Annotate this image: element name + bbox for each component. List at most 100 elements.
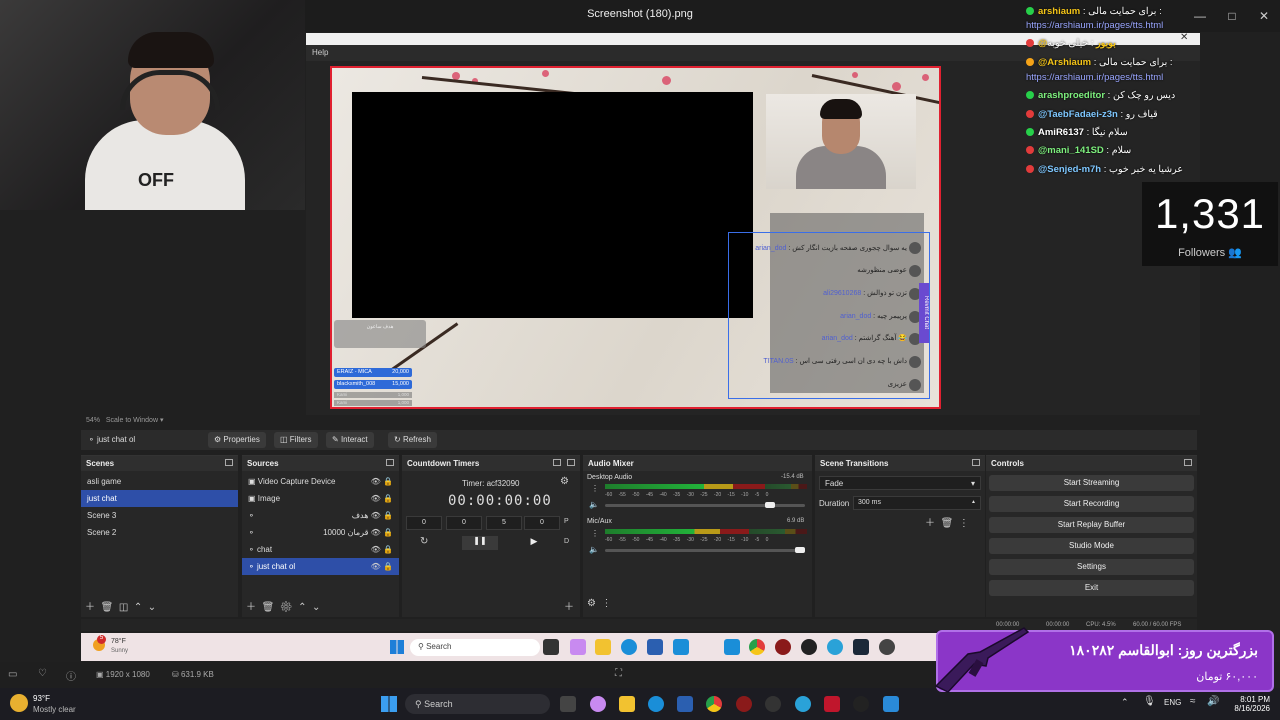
dock-popout-icon[interactable] [386, 459, 394, 466]
taskbar-search[interactable]: ⚲ Search [405, 694, 550, 714]
channel-menu-icon[interactable]: ⋮ [591, 529, 599, 538]
source-item[interactable]: ⚬ هدف 👁 🔒 [242, 507, 399, 524]
app-icon[interactable] [853, 696, 869, 712]
scene-item[interactable]: Scene 3 [81, 507, 238, 524]
chrome-icon[interactable] [706, 696, 722, 712]
volume-knob[interactable] [795, 547, 805, 553]
dock-popout-icon[interactable] [553, 459, 561, 466]
volume-knob[interactable] [764, 502, 775, 508]
speaker-icon[interactable]: 🔈 [589, 545, 599, 554]
exit-button[interactable]: Exit [989, 580, 1194, 596]
dock-popout-icon[interactable] [225, 459, 233, 466]
close-dock-icon[interactable] [567, 459, 575, 466]
telegram-icon[interactable] [827, 639, 843, 655]
interact-button[interactable]: ✎ Interact [326, 432, 374, 448]
clock[interactable]: 8:01 PM 8/16/2026 [1212, 695, 1270, 713]
move-up-icon[interactable]: ⌃ [134, 602, 142, 613]
start-recording-button[interactable]: Start Recording [989, 496, 1194, 512]
refresh-button[interactable]: ↻ Refresh [388, 432, 437, 448]
language-indicator[interactable]: ENG [1164, 698, 1181, 707]
seconds-input[interactable]: 5 [486, 516, 522, 530]
store-icon[interactable] [677, 696, 693, 712]
file-explorer-icon[interactable] [595, 639, 611, 655]
minutes-input[interactable]: 0 [446, 516, 482, 530]
wifi-icon[interactable]: ≈ [1190, 696, 1196, 707]
reset-icon[interactable]: ↻ [420, 536, 428, 547]
steam-icon[interactable] [853, 639, 869, 655]
remove-transition-icon[interactable]: 🗑 [941, 518, 954, 529]
info-icon[interactable]: ⓘ [66, 668, 76, 683]
desktop-audio-slider[interactable] [605, 504, 805, 507]
app-icon[interactable] [879, 639, 895, 655]
timer-settings-icon[interactable]: ⚙ [560, 476, 569, 487]
dock-popout-icon[interactable] [1184, 459, 1192, 466]
tray-chevron-icon[interactable]: ⌃ [1121, 697, 1129, 708]
add-timer-icon[interactable]: ＋ [564, 598, 574, 613]
file-explorer-icon[interactable] [619, 696, 635, 712]
settings-button[interactable]: Settings [989, 559, 1194, 575]
start-streaming-button[interactable]: Start Streaming [989, 475, 1194, 491]
zoom-indicator[interactable]: 54% Scale to Window ▾ [86, 416, 163, 424]
speaker-icon[interactable]: 🔈 [589, 500, 599, 509]
channel-menu-icon[interactable]: ⋮ [591, 484, 599, 493]
chrome-icon[interactable] [749, 639, 765, 655]
obs-preview-canvas[interactable]: arian_dod : یه سوال چجوری صفحه بازیت انگ… [330, 66, 941, 409]
source-item[interactable]: ⚬ chat 👁 🔒 [242, 541, 399, 558]
scene-filters-icon[interactable]: ◫ [119, 602, 128, 613]
copilot-icon[interactable] [590, 696, 606, 712]
dock-popout-icon[interactable] [972, 459, 980, 466]
transition-select[interactable]: Fade ▾ [819, 476, 981, 490]
taskview-icon[interactable] [543, 639, 559, 655]
scene-item[interactable]: just chat [81, 490, 238, 507]
windows-start-icon[interactable] [390, 640, 404, 654]
source-selection-box[interactable] [728, 232, 930, 399]
fit-icon[interactable]: ⛶ [615, 668, 622, 679]
mic-audio-slider[interactable] [605, 549, 805, 552]
properties-button[interactable]: ⚙ Properties [208, 432, 266, 448]
source-settings-icon[interactable]: ⚙ [280, 602, 293, 613]
taskview-icon[interactable] [560, 696, 576, 712]
scene-item[interactable]: asli game [81, 473, 238, 490]
app-icon[interactable] [673, 639, 689, 655]
studio-mode-button[interactable]: Studio Mode [989, 538, 1194, 554]
move-down-icon[interactable]: ⌄ [312, 602, 320, 613]
hours-input[interactable]: 0 [406, 516, 442, 530]
filters-button[interactable]: ◫ Filters [274, 432, 318, 448]
play-button[interactable]: ▶ [516, 536, 552, 550]
source-item[interactable]: ▣ Video Capture Device 👁 🔒 [242, 473, 399, 490]
add-scene-icon[interactable]: ＋ [85, 602, 95, 613]
copilot-icon[interactable] [570, 639, 586, 655]
app-icon[interactable] [775, 639, 791, 655]
mixer-menu-icon[interactable]: ⋮ [602, 598, 612, 609]
pause-button[interactable]: ❚❚ [462, 536, 498, 550]
transition-menu-icon[interactable]: ⋮ [959, 518, 969, 529]
add-source-icon[interactable]: ＋ [246, 602, 256, 613]
source-item[interactable]: ⚬ 10000 قرمان 👁 🔒 [242, 524, 399, 541]
obs-icon[interactable] [801, 639, 817, 655]
source-item[interactable]: ⚬ just chat ol 👁 🔒 [242, 558, 399, 575]
telegram-icon[interactable] [795, 696, 811, 712]
inner-search-box[interactable]: ⚲ Search [410, 639, 540, 656]
obs-icon[interactable] [765, 696, 781, 712]
period-toggle[interactable]: P [564, 518, 569, 525]
source-item[interactable]: ▣ Image 👁 🔒 [242, 490, 399, 507]
scene-item[interactable]: Scene 2 [81, 524, 238, 541]
edge-icon[interactable] [648, 696, 664, 712]
windows-start-icon[interactable] [381, 696, 397, 712]
app-icon[interactable] [824, 696, 840, 712]
add-transition-icon[interactable]: ＋ [925, 518, 935, 529]
start-replay-buffer-button[interactable]: Start Replay Buffer [989, 517, 1194, 533]
app-icon[interactable] [724, 639, 740, 655]
store-icon[interactable] [647, 639, 663, 655]
menu-help[interactable]: Help [312, 48, 328, 57]
remove-scene-icon[interactable]: 🗑 [101, 602, 114, 613]
app-icon[interactable] [736, 696, 752, 712]
mic-icon[interactable]: 🎙 [1143, 696, 1156, 707]
favorite-icon[interactable]: ♡ [38, 668, 47, 679]
slideshow-icon[interactable]: ▭ [8, 669, 17, 680]
remove-source-icon[interactable]: 🗑 [262, 602, 275, 613]
date-toggle[interactable]: D [564, 538, 569, 545]
edge-icon[interactable] [621, 639, 637, 655]
ms-input[interactable]: 0 [524, 516, 560, 530]
photos-icon[interactable] [883, 696, 899, 712]
